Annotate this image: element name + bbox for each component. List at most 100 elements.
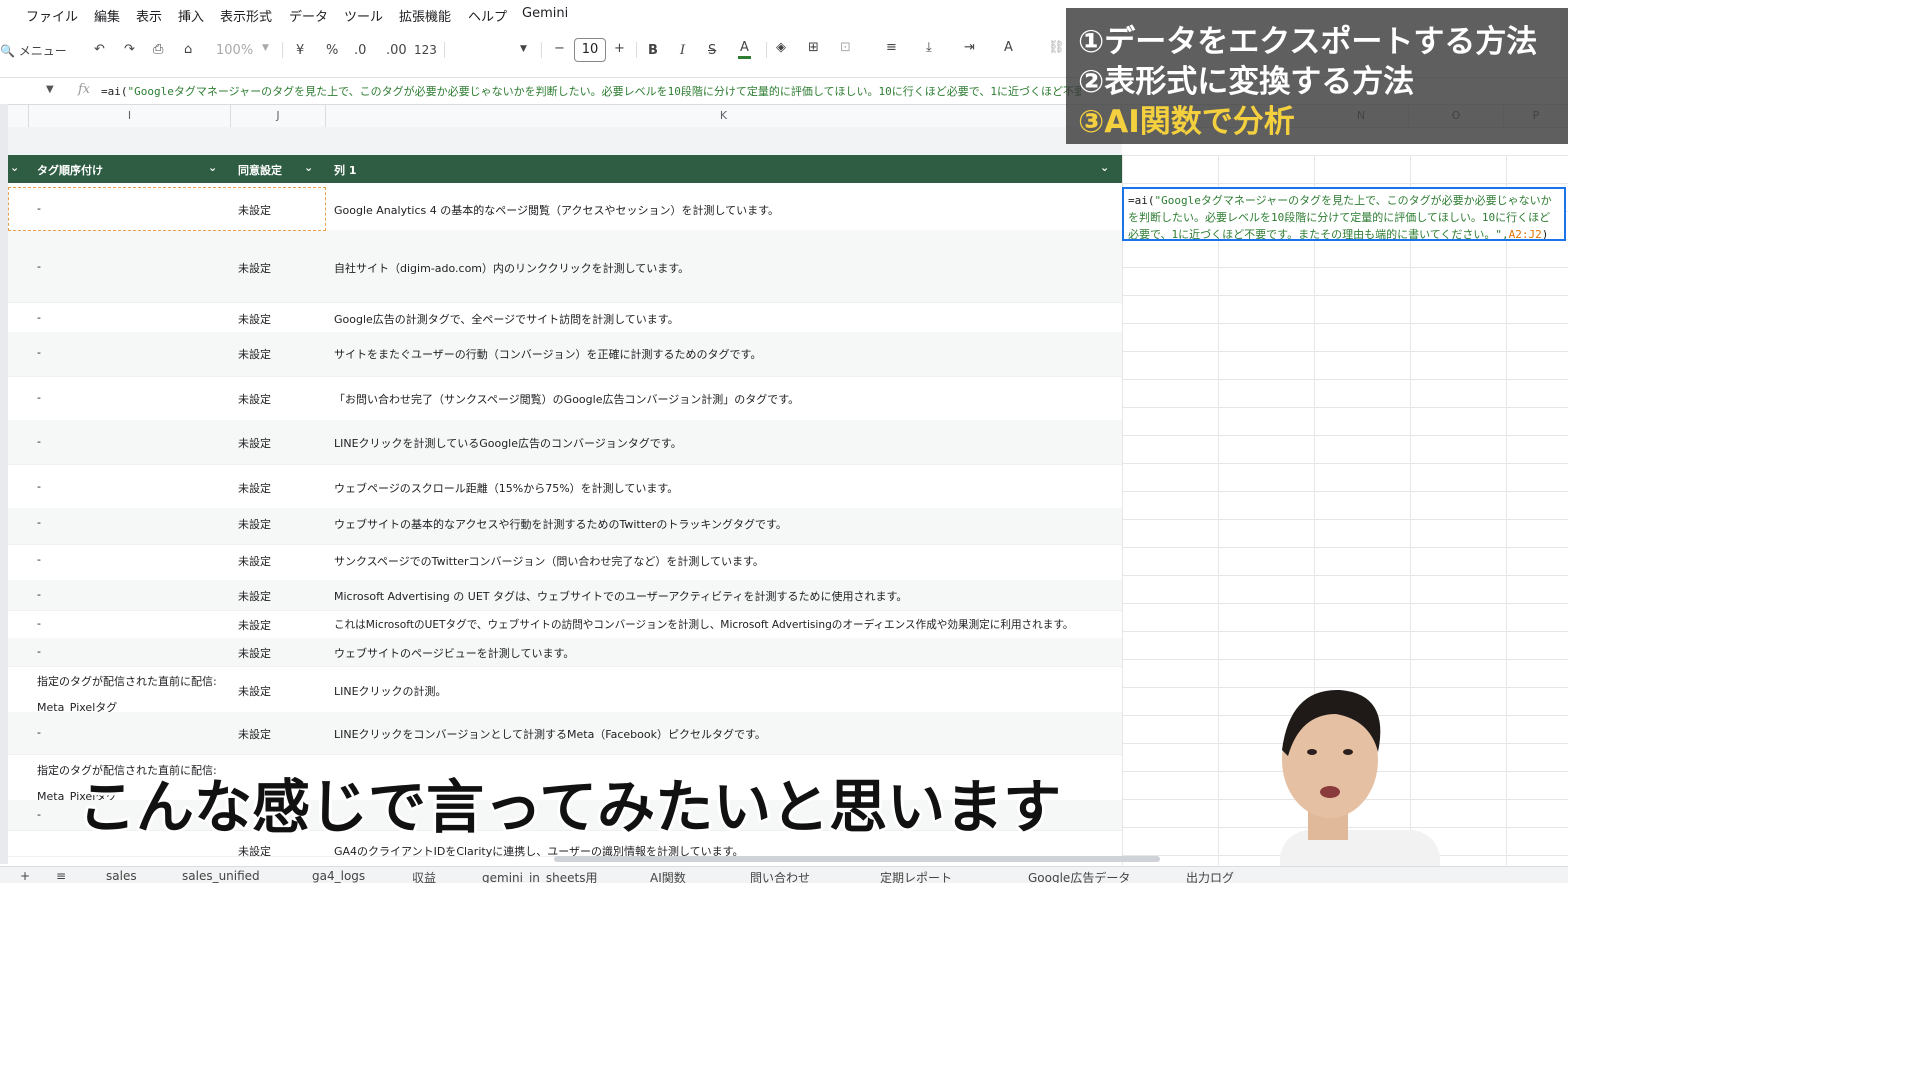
chevron-down-icon[interactable]: ⌄ (10, 161, 19, 174)
sheet-tab[interactable]: Google広告データ (1028, 869, 1130, 883)
formula-help-badge[interactable]: ? (1122, 189, 1124, 203)
search-icon: 🔍 (0, 44, 15, 58)
cell-consent: 未設定 (238, 262, 271, 275)
text-wrap-icon[interactable]: ⇥ (964, 40, 975, 55)
bold-button[interactable]: B (648, 43, 658, 58)
header-tag-order[interactable]: タグ順序付け (37, 162, 103, 178)
column-header-i[interactable]: I (29, 105, 231, 127)
sheet-tab[interactable]: AI関数 (650, 869, 686, 883)
font-size-increase-button[interactable]: + (614, 41, 625, 56)
menu-data[interactable]: データ (289, 6, 328, 25)
text-color-button[interactable]: A (738, 40, 751, 59)
column-header-j[interactable]: J (231, 105, 326, 127)
merge-cells-icon[interactable]: ⊡ (840, 40, 851, 55)
overlay-line-1: ①データをエクスポートする方法 (1078, 24, 1538, 60)
fx-icon: fx (78, 82, 91, 97)
table-row[interactable]: - 未設定 Google広告の計測タグで、全ページでサイト訪問を計測しています。 (8, 302, 1122, 333)
sheet-tab[interactable]: 収益 (412, 869, 436, 883)
undo-icon[interactable]: ↶ (94, 42, 105, 57)
cell-consent: 未設定 (238, 518, 271, 531)
cell-consent: 未設定 (238, 482, 271, 495)
add-sheet-button[interactable]: + (20, 869, 30, 883)
link-icon[interactable]: ⛓ (1048, 40, 1065, 55)
ai-formula-cell[interactable]: ? =ai("Googleタグマネージャーのタグを見た上で、このタグが必要か必要… (1122, 187, 1566, 241)
cell-consent: 未設定 (238, 590, 271, 603)
sheet-tab[interactable]: 問い合わせ (750, 869, 810, 883)
cell-tag-order: - (37, 588, 41, 601)
cell-consent: 未設定 (238, 555, 271, 568)
sheet-tab[interactable]: gemini_in_sheets用 (482, 869, 597, 883)
menu-format[interactable]: 表示形式 (220, 6, 272, 25)
menu-extensions[interactable]: 拡張機能 (399, 6, 451, 25)
borders-icon[interactable]: ⊞ (808, 40, 819, 55)
subtitle-caption: こんな感じで言ってみたいと思います (78, 773, 1062, 841)
selected-range (8, 187, 326, 231)
decrease-decimal-button[interactable]: .0 (354, 43, 366, 58)
print-icon[interactable]: ⎙ (153, 42, 163, 57)
chevron-down-icon[interactable]: ⌄ (208, 161, 217, 174)
horizontal-scrollbar[interactable] (554, 856, 1160, 862)
font-chevron-icon[interactable]: ▼ (520, 44, 527, 54)
row-header-strip (0, 104, 8, 864)
table-row[interactable]: - 未設定 Microsoft Advertising の UET タグは、ウェ… (8, 580, 1122, 611)
menu-insert[interactable]: 挿入 (178, 6, 204, 25)
increase-decimal-button[interactable]: .00 (386, 43, 407, 58)
table-row[interactable]: - 未設定 ウェブサイトの基本的なアクセスや行動を計測するためのTwitterの… (8, 508, 1122, 545)
fill-color-icon[interactable]: ◈ (776, 40, 786, 55)
menu-help[interactable]: ヘルプ (468, 6, 507, 25)
cell-tag-order: - (37, 346, 41, 359)
cell-description: 「お問い合わせ完了（サンクスページ閲覧）のGoogle広告コンバージョン計測」の… (334, 393, 800, 406)
name-box-chevron-icon[interactable]: ▼ (46, 84, 54, 95)
text-rotate-icon[interactable]: A (1004, 40, 1013, 55)
sheet-tab[interactable]: 出力ログ (1186, 869, 1234, 883)
menu-file[interactable]: ファイル (26, 6, 78, 25)
table-row[interactable]: - 未設定 ウェブサイトのページビューを計測しています。 (8, 638, 1122, 667)
all-sheets-button[interactable]: ≡ (56, 869, 66, 883)
menu-view[interactable]: 表示 (136, 6, 162, 25)
table-row[interactable]: - 未設定 LINEクリックを計測しているGoogle広告のコンバージョンタグで… (8, 420, 1122, 465)
sheet-tab[interactable]: sales (106, 869, 137, 883)
table-row[interactable]: 指定のタグが配信された直前に配信: Meta_Pixelタグ 未設定 LINEク… (8, 666, 1122, 714)
italic-button[interactable]: I (680, 43, 685, 58)
paint-format-icon[interactable]: ⌂ (184, 42, 192, 57)
redo-icon[interactable]: ↷ (124, 42, 135, 57)
sheet-tab[interactable]: 定期レポート (880, 869, 952, 883)
toolbar-divider (766, 42, 767, 58)
font-size-decrease-button[interactable]: − (554, 41, 565, 56)
menu-search[interactable]: 🔍 メニュー (0, 42, 67, 59)
table-row[interactable]: - 未設定 「お問い合わせ完了（サンクスページ閲覧）のGoogle広告コンバージ… (8, 376, 1122, 421)
align-left-icon[interactable]: ≡ (886, 40, 897, 55)
cell-description: ウェブサイトの基本的なアクセスや行動を計測するためのTwitterのトラッキング… (334, 518, 787, 531)
strikethrough-button[interactable]: S (708, 43, 716, 58)
table-row[interactable]: - 未設定 LINEクリックをコンバージョンとして計測するMeta（Facebo… (8, 712, 1122, 755)
cell-consent: 未設定 (238, 647, 271, 660)
table-row[interactable]: - 未設定 サンクスページでのTwitterコンバージョン（問い合わせ完了など）… (8, 544, 1122, 581)
cell-tag-order: - (37, 645, 41, 658)
number-format-button[interactable]: 123 (414, 43, 437, 57)
sheet-tab[interactable]: ga4_logs (312, 869, 365, 883)
table-row[interactable]: - 未設定 これはMicrosoftのUETタグで、ウェブサイトの訪問やコンバー… (8, 610, 1122, 639)
header-column-1[interactable]: 列 1 (334, 162, 356, 178)
menu-edit[interactable]: 編集 (94, 6, 120, 25)
vertical-align-icon[interactable]: ⤓ (926, 40, 932, 55)
formula-input[interactable]: =ai("Googleタグマネージャーのタグを見た上で、このタグが必要か必要じゃ… (101, 83, 1081, 99)
column-header-h[interactable] (8, 105, 29, 127)
font-size-input[interactable]: 10 (574, 38, 606, 62)
table-row[interactable]: - 未設定 ウェブページのスクロール距離（15%から75%）を計測しています。 (8, 464, 1122, 509)
currency-button[interactable]: ¥ (296, 43, 304, 58)
chevron-down-icon[interactable]: ⌄ (304, 161, 313, 174)
sheet-tab[interactable]: sales_unified (182, 869, 260, 883)
cell-description: ウェブサイトのページビューを計測しています。 (334, 647, 575, 660)
percent-button[interactable]: % (326, 43, 338, 58)
zoom-select[interactable]: 100% (216, 43, 253, 58)
menu-gemini[interactable]: Gemini (522, 6, 568, 21)
cell-description: Microsoft Advertising の UET タグは、ウェブサイトでの… (334, 590, 908, 603)
toolbar-divider (444, 42, 445, 58)
cell-description: サイトをまたぐユーザーの行動（コンバージョン）を正確に計測するためのタグです。 (334, 348, 762, 361)
chevron-down-icon[interactable]: ⌄ (1100, 161, 1109, 174)
table-row[interactable]: - 未設定 自社サイト（digim-ado.com）内のリンククリックを計測して… (8, 230, 1122, 303)
table-row[interactable]: - 未設定 サイトをまたぐユーザーの行動（コンバージョン）を正確に計測するための… (8, 332, 1122, 377)
header-consent[interactable]: 同意設定 (238, 162, 282, 178)
menu-tools[interactable]: ツール (344, 6, 383, 25)
column-header-k[interactable]: K (326, 105, 1122, 127)
